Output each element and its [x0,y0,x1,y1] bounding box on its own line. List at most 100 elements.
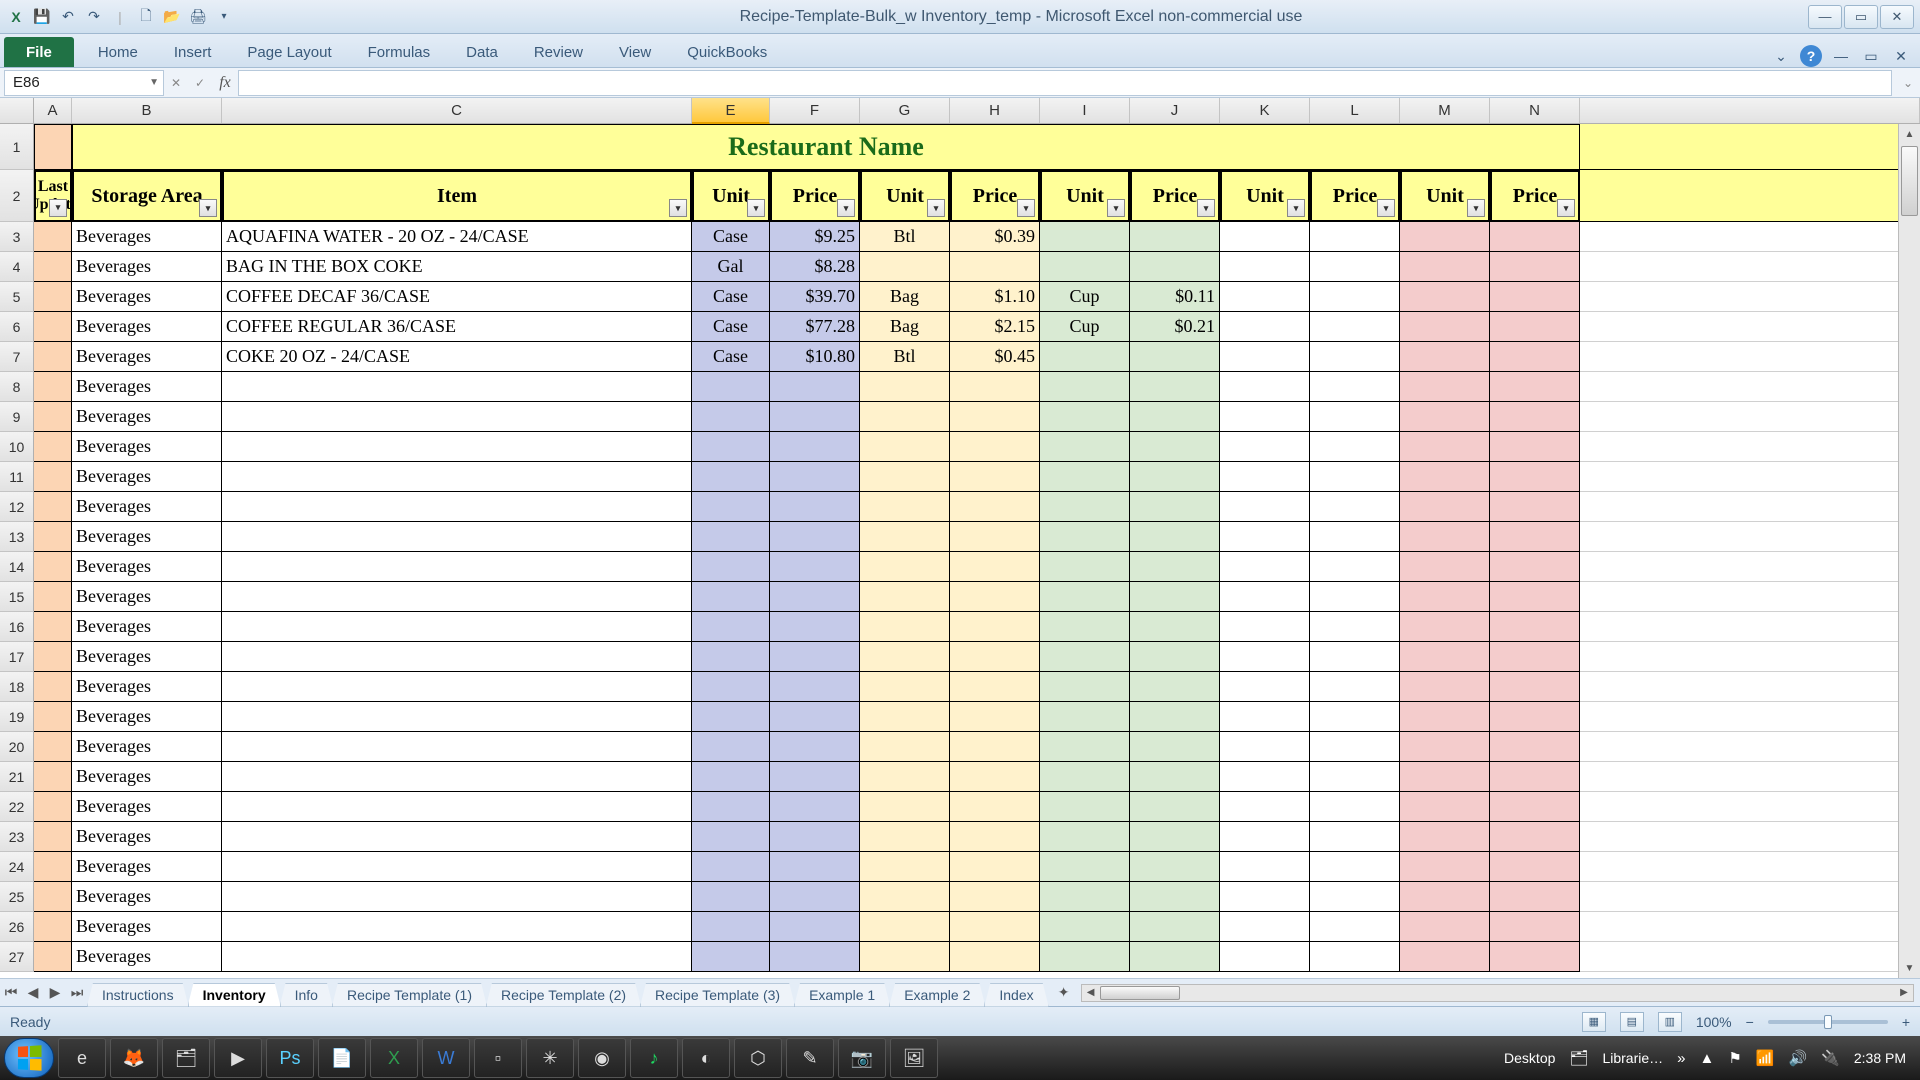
cell-unit5[interactable] [1400,282,1490,312]
cell-item[interactable] [222,762,692,792]
cell-price3[interactable] [1130,462,1220,492]
filter-button[interactable]: ▾ [1107,199,1125,217]
taskbar-app3-icon[interactable]: ◐ [682,1038,730,1078]
filter-button[interactable]: ▾ [747,199,765,217]
cell-price4[interactable] [1310,942,1400,972]
cell-price1[interactable] [770,612,860,642]
cell-price5[interactable] [1490,612,1580,642]
cell-price2[interactable] [950,612,1040,642]
filter-button[interactable]: ▾ [1287,199,1305,217]
tray-desktop-label[interactable]: Desktop [1504,1050,1555,1066]
cell-price4[interactable] [1310,312,1400,342]
cell-item[interactable]: BAG IN THE BOX COKE [222,252,692,282]
column-header-F[interactable]: F [770,98,860,123]
cell-item[interactable] [222,672,692,702]
sheet-tab-instructions[interactable]: Instructions [87,983,189,1007]
header-price-5[interactable]: Price▾ [1490,170,1580,222]
taskbar-excel-icon[interactable]: X [370,1038,418,1078]
ribbon-tab-home[interactable]: Home [80,37,156,67]
cell-unit5[interactable] [1400,762,1490,792]
cell-unit3[interactable] [1040,792,1130,822]
cell-unit4[interactable] [1220,462,1310,492]
taskbar-photoshop-icon[interactable]: Ps [266,1038,314,1078]
row-header-10[interactable]: 10 [0,432,34,462]
cell-unit5[interactable] [1400,582,1490,612]
cell-price2[interactable] [950,462,1040,492]
row-header-15[interactable]: 15 [0,582,34,612]
cell-storage-area[interactable]: Beverages [72,702,222,732]
cell-A9[interactable] [34,402,72,432]
cell-unit1[interactable] [692,942,770,972]
cell-storage-area[interactable]: Beverages [72,492,222,522]
cell-price2[interactable] [950,582,1040,612]
cell-price3[interactable] [1130,522,1220,552]
cell-unit5[interactable] [1400,702,1490,732]
cell-unit4[interactable] [1220,822,1310,852]
enter-formula-icon[interactable]: ✓ [190,73,210,93]
cell-unit2[interactable] [860,882,950,912]
taskbar-app1-icon[interactable]: ▫ [474,1038,522,1078]
maximize-button[interactable]: ▭ [1844,5,1878,29]
cell-price5[interactable] [1490,822,1580,852]
cell-price2[interactable] [950,402,1040,432]
cell-unit5[interactable] [1400,792,1490,822]
ribbon-close-icon[interactable]: ✕ [1890,45,1912,67]
cell-price2[interactable] [950,432,1040,462]
cell-unit4[interactable] [1220,612,1310,642]
cell-unit4[interactable] [1220,342,1310,372]
cell-unit2[interactable] [860,582,950,612]
cell-A12[interactable] [34,492,72,522]
zoom-out-button[interactable]: − [1746,1014,1754,1030]
ribbon-tab-review[interactable]: Review [516,37,601,67]
cell-price2[interactable] [950,882,1040,912]
cell-price3[interactable] [1130,492,1220,522]
sheet-tab-recipe-template-3-[interactable]: Recipe Template (3) [640,983,795,1007]
row-header-27[interactable]: 27 [0,942,34,972]
cell-unit1[interactable] [692,702,770,732]
cell-unit2[interactable] [860,402,950,432]
cell-price5[interactable] [1490,402,1580,432]
cell-unit3[interactable] [1040,222,1130,252]
cell-price5[interactable] [1490,762,1580,792]
cell-price4[interactable] [1310,552,1400,582]
cell-price5[interactable] [1490,852,1580,882]
cell-price4[interactable] [1310,672,1400,702]
cell-price3[interactable] [1130,792,1220,822]
cell-price2[interactable] [950,762,1040,792]
cell-price4[interactable] [1310,342,1400,372]
cell-price5[interactable] [1490,492,1580,522]
tray-folder-icon[interactable]: 🗂 [1569,1049,1588,1067]
horizontal-scrollbar[interactable]: ◀ ▶ [1081,984,1914,1002]
cell-price5[interactable] [1490,702,1580,732]
cell-storage-area[interactable]: Beverages [72,852,222,882]
row-header-8[interactable]: 8 [0,372,34,402]
qat-more-icon[interactable]: ▾ [214,7,234,27]
cell-storage-area[interactable]: Beverages [72,522,222,552]
cell-unit1[interactable]: Gal [692,252,770,282]
normal-view-button[interactable]: ▦ [1582,1012,1606,1032]
cell-unit4[interactable] [1220,552,1310,582]
cell-unit4[interactable] [1220,942,1310,972]
cell-price3[interactable] [1130,342,1220,372]
tray-flag-icon[interactable]: ⚑ [1728,1049,1741,1067]
cell-price4[interactable] [1310,372,1400,402]
column-header-C[interactable]: C [222,98,692,123]
filter-button[interactable]: ▾ [837,199,855,217]
cell-price5[interactable] [1490,582,1580,612]
cell-price2[interactable] [950,852,1040,882]
cell-price1[interactable] [770,732,860,762]
tray-network-icon[interactable]: 📶 [1756,1049,1775,1067]
cell-unit3[interactable] [1040,492,1130,522]
cell-unit5[interactable] [1400,942,1490,972]
undo-icon[interactable]: ↶ [58,7,78,27]
cell-A15[interactable] [34,582,72,612]
row-header-23[interactable]: 23 [0,822,34,852]
cell-price5[interactable] [1490,432,1580,462]
cell-A20[interactable] [34,732,72,762]
cell-storage-area[interactable]: Beverages [72,672,222,702]
cell-unit4[interactable] [1220,522,1310,552]
tray-power-icon[interactable]: 🔌 [1821,1049,1840,1067]
cell-unit4[interactable] [1220,792,1310,822]
cell-unit4[interactable] [1220,672,1310,702]
taskbar-app6-icon[interactable]: 🖼 [890,1038,938,1078]
